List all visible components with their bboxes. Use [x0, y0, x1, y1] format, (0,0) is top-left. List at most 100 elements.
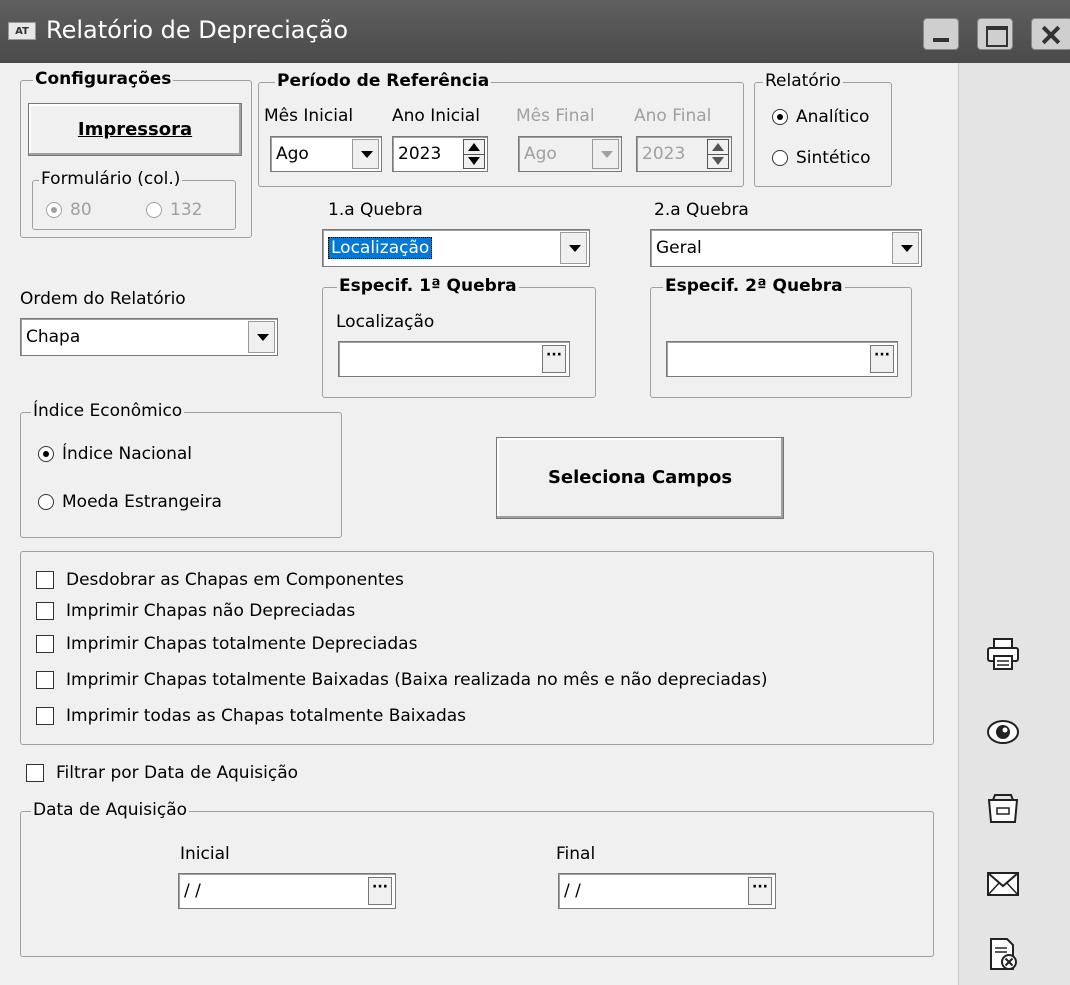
- radio-132-label: 132: [170, 200, 203, 220]
- espec2-legend: Especif. 2ª Quebra: [663, 276, 845, 296]
- mes-final-label: Mês Final: [516, 106, 595, 126]
- maximize-button[interactable]: [977, 18, 1013, 50]
- data-final-input[interactable]: / /: [558, 873, 776, 909]
- check-totalmente-depreciadas-label: Imprimir Chapas totalmente Depreciadas: [66, 634, 418, 654]
- quebra2-label: 2.a Quebra: [654, 200, 749, 220]
- ellipsis-icon[interactable]: [542, 345, 566, 373]
- radio-indice-nacional-label: Índice Nacional: [62, 444, 193, 464]
- radio-132[interactable]: 132: [146, 200, 202, 220]
- spin-updown-icon[interactable]: [707, 139, 729, 169]
- ano-inicial-spinner[interactable]: 2023: [392, 136, 488, 172]
- espec1-legend: Especif. 1ª Quebra: [337, 276, 519, 296]
- check-nao-depreciadas-box: [36, 602, 54, 620]
- radio-moeda-estrangeira-dot: [38, 494, 54, 510]
- quebra2-select[interactable]: Geral: [650, 229, 922, 267]
- mes-inicial-value: Ago: [276, 144, 309, 164]
- data-aquisicao-legend: Data de Aquisição: [31, 800, 190, 820]
- radio-indice-nacional-dot: [38, 446, 54, 462]
- mes-final-value: Ago: [524, 144, 557, 164]
- chevron-down-icon[interactable]: [592, 139, 619, 169]
- radio-indice-nacional[interactable]: Índice Nacional: [38, 444, 192, 464]
- chevron-down-icon[interactable]: [892, 232, 919, 264]
- mes-final-select[interactable]: Ago: [518, 136, 622, 172]
- quebra1-value: Localização: [328, 237, 433, 259]
- final-label: Final: [556, 844, 596, 864]
- mes-inicial-label: Mês Inicial: [264, 106, 354, 126]
- chevron-down-icon[interactable]: [352, 139, 379, 169]
- ano-inicial-value: 2023: [398, 144, 442, 164]
- ordem-label: Ordem do Relatório: [20, 289, 186, 309]
- radio-132-dot: [146, 202, 162, 218]
- espec1-input[interactable]: [338, 341, 570, 377]
- check-filtrar-data-label: Filtrar por Data de Aquisição: [56, 763, 299, 783]
- printer-icon[interactable]: [985, 636, 1021, 672]
- check-desdobrar[interactable]: Desdobrar as Chapas em Componentes: [36, 570, 404, 590]
- radio-80-dot: [46, 202, 62, 218]
- ano-final-value: 2023: [642, 144, 686, 164]
- check-totalmente-depreciadas-box: [36, 635, 54, 653]
- radio-sintetico-dot: [772, 150, 788, 166]
- check-filtrar-data[interactable]: Filtrar por Data de Aquisição: [26, 763, 298, 783]
- quebra2-value: Geral: [656, 238, 702, 258]
- quebra1-label: 1.a Quebra: [328, 200, 423, 220]
- spin-updown-icon[interactable]: [463, 139, 485, 169]
- ano-final-label: Ano Final: [634, 106, 712, 126]
- ano-inicial-label: Ano Inicial: [392, 106, 480, 126]
- ano-final-spinner[interactable]: 2023: [636, 136, 732, 172]
- check-todas-baixadas-box: [36, 707, 54, 725]
- ordem-value: Chapa: [26, 327, 81, 347]
- indice-legend: Índice Econômico: [31, 401, 185, 421]
- check-desdobrar-box: [36, 571, 54, 589]
- data-final-value: / /: [564, 881, 581, 901]
- check-todas-baixadas[interactable]: Imprimir todas as Chapas totalmente Baix…: [36, 706, 466, 726]
- check-nao-depreciadas-label: Imprimir Chapas não Depreciadas: [66, 601, 356, 621]
- file-cabinet-icon[interactable]: [985, 790, 1021, 826]
- seleciona-campos-label: Seleciona Campos: [547, 467, 733, 488]
- data-aquisicao-group: Data de Aquisição: [20, 800, 934, 957]
- ellipsis-icon[interactable]: [368, 877, 392, 905]
- minimize-button[interactable]: [923, 18, 959, 50]
- close-button[interactable]: [1031, 18, 1070, 50]
- radio-moeda-estrangeira-label: Moeda Estrangeira: [62, 492, 222, 512]
- ellipsis-icon[interactable]: [748, 877, 772, 905]
- check-totalmente-depreciadas[interactable]: Imprimir Chapas totalmente Depreciadas: [36, 634, 417, 654]
- window-title: Relatório de Depreciação: [46, 16, 349, 44]
- chevron-down-icon[interactable]: [560, 232, 587, 264]
- radio-moeda-estrangeira[interactable]: Moeda Estrangeira: [38, 492, 222, 512]
- title-bar[interactable]: AT Relatório de Depreciação: [0, 0, 1070, 63]
- relatorio-group: Relatório: [754, 71, 892, 187]
- cancel-document-icon[interactable]: [985, 936, 1021, 972]
- relatorio-legend: Relatório: [763, 71, 843, 91]
- inicial-label: Inicial: [180, 844, 230, 864]
- check-nao-depreciadas[interactable]: Imprimir Chapas não Depreciadas: [36, 601, 355, 621]
- data-inicial-value: / /: [184, 881, 201, 901]
- ellipsis-icon[interactable]: [870, 345, 894, 373]
- ordem-select[interactable]: Chapa: [20, 318, 278, 356]
- espec2-input[interactable]: [666, 341, 898, 377]
- radio-analitico[interactable]: Analítico: [772, 107, 869, 127]
- radio-analitico-dot: [772, 109, 788, 125]
- check-totalmente-baixadas-label: Imprimir Chapas totalmente Baixadas (Bai…: [66, 670, 768, 690]
- check-totalmente-baixadas-box: [36, 671, 54, 689]
- seleciona-campos-button[interactable]: Seleciona Campos: [496, 437, 784, 519]
- app-icon: AT: [8, 22, 36, 40]
- quebra1-select[interactable]: Localização: [322, 229, 590, 267]
- impressora-button[interactable]: Impressora: [28, 103, 242, 156]
- preview-eye-icon[interactable]: [985, 714, 1021, 750]
- impressora-button-label: Impressora: [77, 119, 193, 140]
- chevron-down-icon[interactable]: [248, 321, 275, 353]
- configuracoes-legend: Configurações: [33, 69, 174, 89]
- email-envelope-icon[interactable]: [985, 866, 1021, 902]
- periodo-legend: Período de Referência: [275, 71, 492, 91]
- check-totalmente-baixadas[interactable]: Imprimir Chapas totalmente Baixadas (Bai…: [36, 670, 767, 690]
- radio-analitico-label: Analítico: [796, 107, 870, 127]
- check-todas-baixadas-label: Imprimir todas as Chapas totalmente Baix…: [66, 706, 467, 726]
- check-filtrar-data-box: [26, 764, 44, 782]
- data-inicial-input[interactable]: / /: [178, 873, 396, 909]
- formulario-legend: Formulário (col.): [39, 169, 183, 189]
- radio-sintetico[interactable]: Sintético: [772, 148, 871, 168]
- espec1-sublabel: Localização: [336, 312, 435, 332]
- radio-80[interactable]: 80: [46, 200, 92, 220]
- mes-inicial-select[interactable]: Ago: [270, 136, 382, 172]
- side-toolbar: [958, 63, 1070, 985]
